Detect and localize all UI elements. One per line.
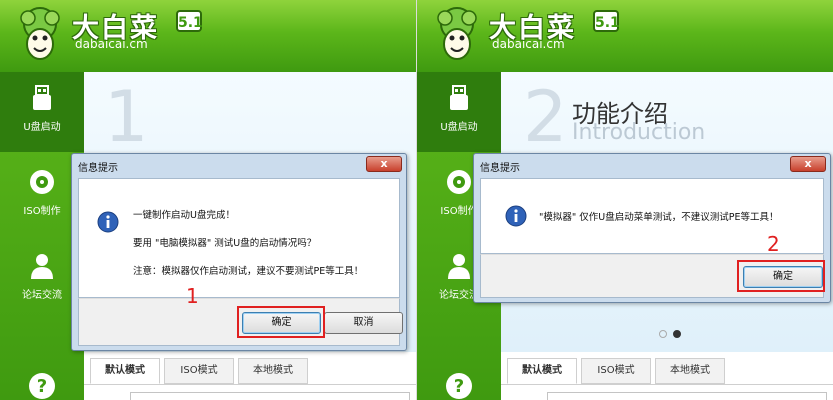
tab-default-mode[interactable]: 默认模式	[90, 358, 160, 384]
dialog-titlebar[interactable]: 信息提示 x	[72, 154, 406, 176]
dialog-message-line: 注意：模拟器仅作启动测试，建议不要测试PE等工具！	[133, 266, 364, 277]
dialog-body: 一键制作启动U盘完成！ 要用 "电脑模拟器" 测试U盘的启动情况吗？ 注意：模拟…	[78, 178, 400, 298]
sidebar-item-usb-boot[interactable]: U盘启动	[417, 72, 501, 152]
help-icon[interactable]: ?	[445, 372, 473, 400]
banner-step-number: 1	[104, 76, 149, 158]
carousel-dots	[659, 330, 687, 341]
tab-iso-mode[interactable]: ISO模式	[581, 358, 651, 384]
usb-drive-icon	[450, 85, 468, 110]
sidebar-item-label: U盘启动	[440, 122, 478, 133]
cabbage-mascot-logo	[20, 7, 60, 60]
dialog-title: 信息提示	[480, 163, 520, 174]
tab-divider	[84, 384, 416, 385]
svg-text:?: ?	[37, 376, 47, 397]
info-icon	[505, 205, 527, 227]
mode-tabs: 默认模式 ISO模式 本地模式	[84, 352, 416, 400]
app-header: 大白菜 5.1 dabaicai.cm	[417, 0, 833, 72]
info-icon	[97, 211, 119, 233]
banner-step-number: 2	[523, 76, 568, 158]
dialog-close-button[interactable]: x	[366, 156, 402, 172]
user-icon	[31, 254, 53, 279]
svg-text:?: ?	[454, 376, 464, 397]
usb-drive-icon	[33, 85, 51, 110]
dialog-titlebar[interactable]: 信息提示 x	[474, 154, 830, 176]
cabbage-mascot-logo	[437, 7, 477, 60]
left-screenshot-panel: 大白菜 5.1 dabaicai.cm U盘启动 ISO制作 论坛交流 ? 1 …	[0, 0, 416, 400]
app-version-badge: 5.1	[176, 10, 203, 32]
sidebar-item-usb-boot[interactable]: U盘启动	[0, 72, 84, 152]
highlight-box	[237, 306, 325, 338]
user-icon	[448, 254, 470, 279]
dialog-message-line: 要用 "电脑模拟器" 测试U盘的启动情况吗？	[133, 238, 317, 249]
tab-divider	[501, 384, 833, 385]
tab-local-mode[interactable]: 本地模式	[655, 358, 725, 384]
feature-subtitle: Introduction	[572, 120, 706, 145]
carousel-dot[interactable]	[659, 330, 667, 338]
sidebar-item-label: U盘启动	[23, 122, 61, 133]
dialog-close-button[interactable]: x	[790, 156, 826, 172]
device-select[interactable]	[130, 392, 410, 400]
step-number-label: 1	[186, 284, 199, 308]
app-version-badge: 5.1	[593, 10, 620, 32]
right-screenshot-panel: 大白菜 5.1 dabaicai.cm U盘启动 ISO制作 论坛交流 ? 2 …	[417, 0, 833, 400]
disc-icon	[30, 170, 54, 194]
carousel-dot-active[interactable]	[673, 330, 681, 338]
device-select[interactable]	[547, 392, 827, 400]
tab-local-mode[interactable]: 本地模式	[238, 358, 308, 384]
dialog-message-line: 一键制作启动U盘完成！	[133, 210, 235, 221]
help-icon[interactable]: ?	[28, 372, 56, 400]
dialog-message-line: "模拟器" 仅作U盘启动菜单测试，不建议测试PE等工具！	[539, 212, 779, 223]
cancel-button[interactable]: 取消	[324, 312, 403, 334]
tab-default-mode[interactable]: 默认模式	[507, 358, 577, 384]
app-logo-subtitle: dabaicai.cm	[492, 37, 565, 51]
app-logo-subtitle: dabaicai.cm	[75, 37, 148, 51]
tab-iso-mode[interactable]: ISO模式	[164, 358, 234, 384]
mode-tabs: 默认模式 ISO模式 本地模式	[501, 352, 833, 400]
highlight-box	[737, 260, 825, 292]
dialog-title: 信息提示	[78, 163, 118, 174]
step-number-label: 2	[767, 232, 780, 256]
app-header: 大白菜 5.1 dabaicai.cm	[0, 0, 416, 72]
disc-icon	[447, 170, 471, 194]
